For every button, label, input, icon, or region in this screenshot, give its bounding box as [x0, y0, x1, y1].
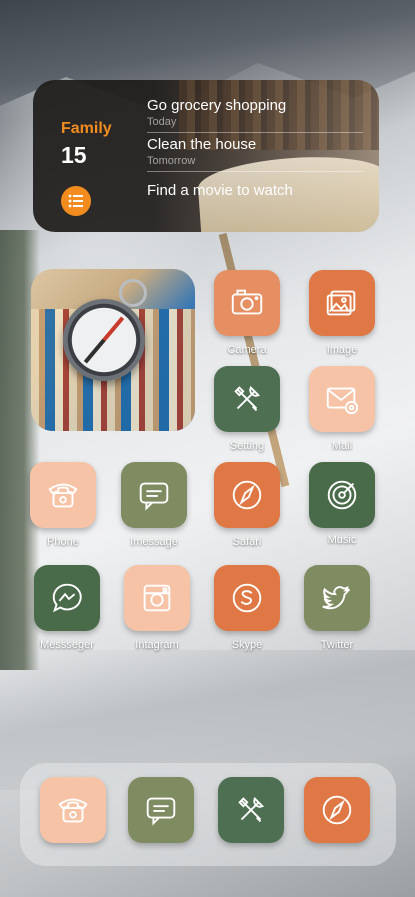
reminder-count: 15 [61, 142, 87, 168]
app-instagram[interactable]: Intagram [112, 565, 202, 651]
app-label: Messseger [40, 639, 94, 651]
app-music[interactable]: Music [297, 462, 387, 546]
app-label: Setting [229, 440, 265, 452]
music-icon[interactable] [309, 462, 375, 528]
app-label: Intagram [135, 639, 179, 651]
photo-widget[interactable] [31, 269, 195, 431]
app-label: Mail [331, 440, 353, 452]
image-icon[interactable] [309, 270, 375, 336]
app-mail[interactable]: Mail [297, 366, 387, 452]
app-phone[interactable]: Phone [18, 462, 108, 548]
app-image[interactable]: Image [297, 270, 387, 356]
app-camera[interactable]: Camera [202, 270, 292, 356]
app-messenger[interactable]: Messseger [22, 565, 112, 651]
app-label: Music [327, 534, 357, 546]
phone-icon[interactable] [40, 777, 106, 843]
camera-icon[interactable] [214, 270, 280, 336]
reminders-widget[interactable]: Family 15 Go grocery shopping Today Clea… [33, 80, 379, 232]
twitter-icon[interactable] [304, 565, 370, 631]
messenger-icon[interactable] [34, 565, 100, 631]
skype-icon[interactable] [214, 565, 280, 631]
compass-icon[interactable] [304, 777, 370, 843]
compass-photo [63, 299, 145, 381]
app-label: Twitter [320, 639, 354, 651]
phone-icon[interactable] [30, 462, 96, 528]
list-icon[interactable] [61, 186, 91, 216]
app-twitter[interactable]: Twitter [292, 565, 382, 651]
reminder-list: Go grocery shopping Today Clean the hous… [147, 94, 363, 203]
app-label: Skype [231, 639, 263, 651]
reminder-title: Go grocery shopping [147, 97, 287, 114]
tools-icon[interactable] [218, 777, 284, 843]
reminder-due: Today [147, 116, 177, 128]
app-safari[interactable]: Safari [202, 462, 292, 548]
reminder-item[interactable]: Clean the house Tomorrow [147, 133, 363, 172]
mail-icon[interactable] [309, 366, 375, 432]
dock [20, 763, 396, 866]
app-label: Image [326, 344, 358, 356]
reminder-item[interactable]: Go grocery shopping Today [147, 94, 363, 133]
app-label: Camera [227, 344, 267, 356]
app-skype[interactable]: Skype [202, 565, 292, 651]
reminder-title: Clean the house [147, 136, 257, 153]
app-setting[interactable]: Setting [202, 366, 292, 452]
app-label: Safari [232, 536, 262, 548]
reminder-item[interactable]: Find a movie to watch [147, 172, 363, 203]
chat-icon[interactable] [121, 462, 187, 528]
reminder-title: Find a movie to watch [147, 182, 293, 199]
list-name: Family [61, 120, 112, 137]
tools-icon[interactable] [214, 366, 280, 432]
app-label: Phone [47, 536, 79, 548]
compass-icon[interactable] [214, 462, 280, 528]
app-imessage[interactable]: Imessage [109, 462, 199, 548]
reminder-due: Tomorrow [147, 155, 196, 167]
home-screen: Family 15 Go grocery shopping Today Clea… [0, 0, 415, 897]
app-label: Imessage [130, 536, 178, 548]
instagram-icon[interactable] [124, 565, 190, 631]
chat-icon[interactable] [128, 777, 194, 843]
